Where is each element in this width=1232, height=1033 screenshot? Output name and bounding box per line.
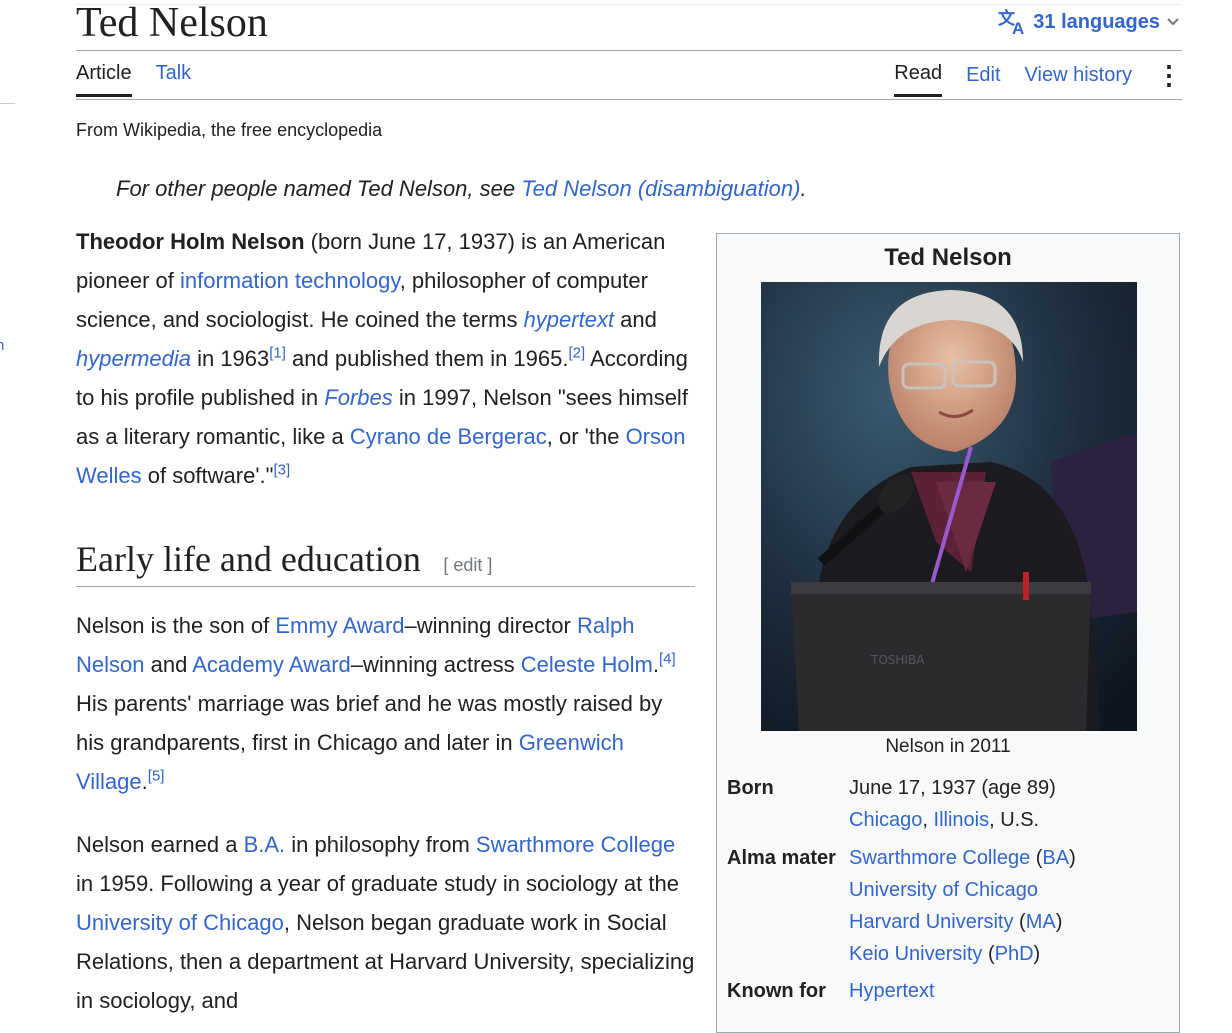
link-cyrano[interactable]: Cyrano de Bergerac (350, 424, 547, 449)
link-alma-harvard[interactable]: Harvard University (849, 911, 1013, 933)
intro-paragraph: Theodor Holm Nelson (born June 17, 1937)… (76, 229, 688, 488)
known-for-value: Hypertext (849, 975, 935, 1007)
portrait-photo[interactable]: TOSHIBA (761, 282, 1137, 731)
link-celeste-holm[interactable]: Celeste Holm (521, 652, 653, 677)
sidebar-edge (0, 103, 15, 104)
infobox: Ted Nelson TOSHIBA Nelson in 2011 Born J… (716, 233, 1180, 1033)
link-degree-ma[interactable]: MA (1026, 911, 1056, 933)
tab-talk[interactable]: Talk (156, 62, 192, 97)
link-university-of-chicago[interactable]: University of Chicago (76, 910, 284, 935)
page-title: Ted Nelson (76, 0, 268, 46)
chevron-down-icon (1167, 18, 1179, 26)
link-hypermedia[interactable]: hypermedia (76, 346, 191, 371)
disambiguation-link[interactable]: Ted Nelson (disambiguation) (521, 176, 800, 201)
view-tabs: Read Edit View history ⋮ (894, 62, 1182, 97)
link-alma-swarthmore[interactable]: Swarthmore College (849, 847, 1030, 869)
photo-caption: Nelson in 2011 (885, 736, 1011, 757)
svg-text:TOSHIBA: TOSHIBA (870, 653, 925, 667)
title-divider (76, 50, 1182, 51)
born-value: June 17, 1937 (age 89) Chicago, Illinois… (849, 777, 1056, 831)
portrait-image: TOSHIBA (761, 282, 1137, 731)
sidebar-cut-link[interactable]: n (0, 337, 4, 354)
tab-edit[interactable]: Edit (966, 64, 1000, 96)
more-menu-icon[interactable]: ⋮ (1156, 62, 1182, 94)
infobox-title: Ted Nelson (884, 244, 1012, 271)
early-life-paragraph: Nelson is the son of Emmy Award–winning … (76, 613, 676, 794)
tab-read[interactable]: Read (894, 62, 943, 97)
link-degree-ba[interactable]: BA (1042, 847, 1069, 869)
namespace-tabs: Article Talk (76, 62, 191, 97)
alma-mater-label: Alma mater (727, 847, 836, 869)
site-tagline: From Wikipedia, the free encyclopedia (76, 120, 383, 140)
link-illinois[interactable]: Illinois (934, 809, 990, 831)
ref-4[interactable]: [4] (659, 651, 676, 668)
svg-text:A: A (1012, 19, 1024, 36)
link-hypertext[interactable]: hypertext (524, 307, 615, 332)
link-alma-chicago[interactable]: University of Chicago (849, 879, 1038, 901)
hatnote: For other people named Ted Nelson, see T… (116, 176, 807, 201)
link-known-hypertext[interactable]: Hypertext (849, 980, 935, 1002)
born-label: Born (727, 777, 774, 799)
known-for-label: Known for (727, 980, 826, 1002)
ref-3[interactable]: [3] (273, 462, 290, 479)
ref-1[interactable]: [1] (269, 345, 286, 362)
alma-mater-value: Swarthmore College (BA) University of Ch… (849, 847, 1076, 965)
section-edit-link[interactable]: [ edit ] (443, 555, 492, 575)
language-count: 31 languages (1033, 10, 1160, 33)
link-alma-keio[interactable]: Keio University (849, 943, 982, 965)
link-ba[interactable]: B.A. (244, 832, 286, 857)
link-academy-award[interactable]: Academy Award (192, 652, 351, 677)
language-button[interactable]: 文 A 31 languages (997, 8, 1180, 36)
link-information-technology[interactable]: information technology (180, 268, 400, 293)
ref-5[interactable]: [5] (148, 768, 165, 785)
link-degree-phd[interactable]: PhD (995, 943, 1034, 965)
education-paragraph: Nelson earned a B.A. in philosophy from … (76, 832, 695, 1013)
link-forbes[interactable]: Forbes (324, 385, 392, 410)
link-emmy-award[interactable]: Emmy Award (275, 613, 404, 638)
link-swarthmore-college[interactable]: Swarthmore College (476, 832, 675, 857)
section-title: Early life and education (76, 539, 421, 579)
translate-icon: 文 A (998, 8, 1024, 36)
subject-name: Theodor Holm Nelson (76, 229, 305, 254)
tabs-divider (76, 99, 1182, 100)
link-chicago[interactable]: Chicago (849, 809, 922, 831)
ref-2[interactable]: [2] (568, 345, 585, 362)
tab-article[interactable]: Article (76, 62, 132, 97)
tab-view-history[interactable]: View history (1025, 64, 1132, 96)
section-heading: Early life and education [ edit ] (76, 538, 695, 587)
